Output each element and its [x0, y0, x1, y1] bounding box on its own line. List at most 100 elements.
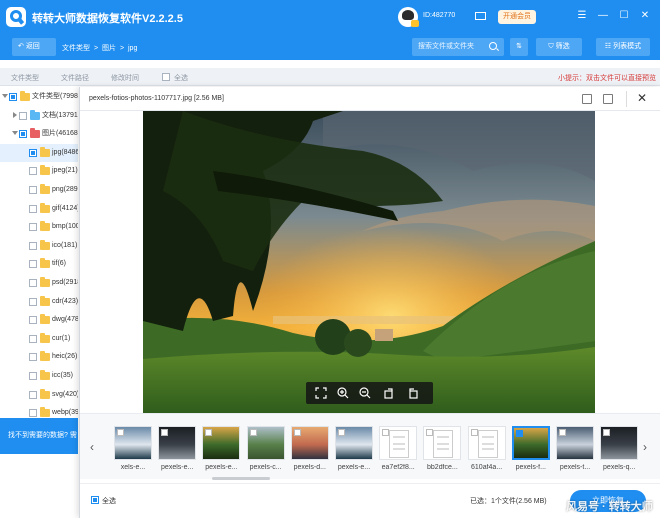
search-icon[interactable]: [489, 42, 497, 50]
tree-item-checkbox[interactable]: [29, 334, 37, 343]
search-input[interactable]: 搜索文件或文件夹: [412, 38, 504, 56]
tree-item-checkbox[interactable]: [29, 297, 37, 306]
view-mode-button[interactable]: ☷ 列表模式: [596, 38, 650, 56]
expand-arrow-icon[interactable]: [12, 131, 18, 136]
tree-item-checkbox[interactable]: [29, 409, 37, 418]
monitor-icon[interactable]: [475, 12, 486, 20]
back-button[interactable]: ↶ 返回: [12, 38, 56, 56]
tree-item-checkbox[interactable]: [19, 130, 27, 139]
tree-item-checkbox[interactable]: [29, 241, 37, 250]
menu-icon[interactable]: ☰: [575, 9, 589, 23]
tree-item[interactable]: jpeg(21): [0, 162, 78, 180]
thumbnail[interactable]: [423, 426, 462, 460]
tree-item[interactable]: icc(35): [0, 367, 78, 385]
thumbnail-checkbox[interactable]: [117, 429, 124, 436]
tree-item-checkbox[interactable]: [29, 260, 37, 269]
user-avatar[interactable]: [398, 7, 419, 27]
thumbnail[interactable]: [202, 426, 241, 460]
tree-item-checkbox[interactable]: [9, 93, 17, 101]
thumbnail[interactable]: [600, 426, 639, 460]
minimize-button[interactable]: —: [596, 9, 610, 23]
thumbnail-checkbox[interactable]: [382, 429, 390, 436]
next-arrow-icon[interactable]: ›: [643, 440, 647, 454]
folder-icon: [40, 258, 50, 269]
thumbnail-checkbox[interactable]: [470, 429, 478, 436]
maximize-button[interactable]: ☐: [617, 9, 631, 23]
folder-icon: [40, 314, 50, 325]
tree-item[interactable]: tif(6): [0, 255, 78, 273]
tree-item-checkbox[interactable]: [29, 186, 37, 194]
tree-item-checkbox[interactable]: [29, 148, 37, 157]
thumbnail-checkbox[interactable]: [426, 429, 434, 436]
preview-select-all-checkbox[interactable]: [91, 496, 99, 504]
column-file-type[interactable]: 文件类型: [11, 73, 39, 83]
thumbnail[interactable]: [246, 426, 285, 460]
folder-icon: [40, 221, 50, 232]
thumbnail-checkbox[interactable]: [338, 429, 345, 436]
thumbnail[interactable]: [467, 426, 506, 460]
expand-arrow-icon[interactable]: [13, 111, 17, 118]
tree-item[interactable]: ico(181): [0, 237, 78, 255]
tree-item-checkbox[interactable]: [29, 167, 37, 176]
help-banner[interactable]: 找不到需要的数据? 需: [0, 418, 78, 454]
tree-item[interactable]: png(28910: [0, 181, 78, 199]
tree-item[interactable]: 图片(46168): [0, 125, 78, 143]
tree-item-checkbox[interactable]: [29, 316, 37, 325]
tree-item[interactable]: cur(1): [0, 330, 78, 348]
thumbnail-checkbox[interactable]: [293, 429, 301, 436]
zoom-out-icon[interactable]: [358, 386, 372, 400]
breadcrumb-item[interactable]: jpg: [128, 45, 137, 52]
thumbnail[interactable]: [114, 426, 152, 460]
rotate-left-icon[interactable]: [382, 386, 396, 400]
filter-button[interactable]: ⛉ 筛选: [536, 38, 582, 56]
tree-item-checkbox[interactable]: [29, 372, 37, 380]
thumbnail-checkbox[interactable]: [249, 429, 257, 436]
tree-item-checkbox[interactable]: [29, 279, 37, 287]
select-all-checkbox[interactable]: [162, 73, 170, 81]
thumbnail[interactable]: [290, 426, 329, 460]
prev-arrow-icon[interactable]: ‹: [90, 440, 94, 454]
tree-item-checkbox[interactable]: [29, 204, 37, 213]
thumbnail-checkbox[interactable]: [161, 429, 169, 436]
thumbnail[interactable]: [511, 426, 550, 460]
image-mode-icon[interactable]: [582, 94, 592, 104]
thumbnail[interactable]: [379, 426, 418, 460]
tree-item-checkbox[interactable]: [29, 390, 37, 399]
tree-item[interactable]: dwg(478): [0, 311, 78, 329]
tree-item[interactable]: psd(2918): [0, 274, 78, 292]
thumbnail-checkbox[interactable]: [603, 429, 611, 436]
tree-item[interactable]: jpg(8486): [0, 143, 78, 162]
thumbnail-checkbox[interactable]: [205, 429, 213, 436]
sort-icon[interactable]: ⇅: [510, 38, 528, 56]
tree-item-checkbox[interactable]: [29, 353, 37, 362]
close-button[interactable]: ✕: [638, 9, 652, 23]
tree-item-label: cdr(423): [52, 297, 78, 305]
tree-item[interactable]: svg(420): [0, 386, 78, 404]
thumbnail[interactable]: [335, 426, 373, 460]
tree-item[interactable]: heic(26): [0, 348, 78, 366]
thumbnail-checkbox[interactable]: [559, 429, 566, 436]
column-modified[interactable]: 修改时间: [111, 73, 139, 83]
tree-item-checkbox[interactable]: [19, 111, 27, 120]
tree-item[interactable]: cdr(423): [0, 293, 78, 311]
fit-screen-icon[interactable]: [314, 386, 328, 400]
breadcrumb-item[interactable]: 文件类型: [62, 45, 90, 52]
tree-item[interactable]: webp(39): [0, 404, 78, 418]
tree-item[interactable]: 文件类型(79983: [0, 88, 78, 106]
close-preview-icon[interactable]: ✕: [635, 91, 649, 105]
thumbnail-checkbox[interactable]: [515, 430, 523, 437]
details-icon[interactable]: [603, 94, 613, 104]
tree-item-checkbox[interactable]: [29, 223, 37, 232]
zoom-in-icon[interactable]: [336, 386, 350, 400]
rotate-right-icon[interactable]: [406, 386, 420, 400]
expand-arrow-icon[interactable]: [2, 94, 8, 98]
thumbnail[interactable]: [158, 426, 197, 460]
column-file-path[interactable]: 文件路径: [61, 73, 89, 83]
vip-button[interactable]: 开通会员: [498, 10, 536, 24]
breadcrumb-item[interactable]: 图片: [102, 45, 116, 52]
thumbnail-scrollbar[interactable]: [212, 477, 270, 480]
thumbnail[interactable]: [556, 426, 594, 460]
tree-item[interactable]: gif(4124): [0, 200, 78, 218]
tree-item[interactable]: 文档(13791): [0, 107, 78, 125]
tree-item[interactable]: bmp(100): [0, 218, 78, 236]
